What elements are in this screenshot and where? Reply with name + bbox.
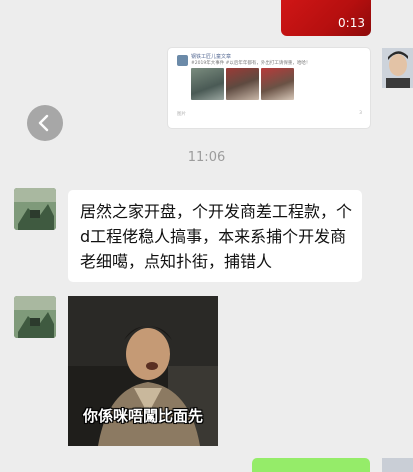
post-footer-label: 图片 bbox=[177, 112, 186, 117]
sender-avatar[interactable] bbox=[14, 188, 56, 230]
post-footer-count: 3 bbox=[359, 111, 362, 116]
shared-post-card[interactable]: 钢铁工匠儿童文章 #2019年大事件 #以后年年都有，外出打工请保重，哈哈！ 图… bbox=[168, 48, 370, 128]
sticker-caption: 你係咪唔闖比面先 bbox=[82, 407, 203, 425]
back-button[interactable] bbox=[27, 105, 63, 141]
post-author-avatar bbox=[177, 55, 188, 66]
my-avatar[interactable] bbox=[382, 48, 413, 88]
video-duration: 0:13 bbox=[338, 16, 365, 30]
post-image-3[interactable] bbox=[261, 68, 294, 100]
incoming-text-message[interactable]: 居然之家开盘，个开发商差工程款，个d工程佬稳人搞事，本来系捕个开发商老细噶，点知… bbox=[68, 190, 362, 282]
my-avatar[interactable] bbox=[382, 458, 413, 472]
post-image-1[interactable] bbox=[191, 68, 224, 100]
video-message-bubble[interactable]: 0:13 bbox=[281, 0, 371, 36]
message-timestamp: 11:06 bbox=[187, 150, 226, 165]
sticker-message[interactable]: 你係咪唔闖比面先 bbox=[68, 296, 218, 446]
chevron-left-icon bbox=[38, 114, 49, 132]
sender-avatar[interactable] bbox=[14, 296, 56, 338]
message-text: 居然之家开盘，个开发商差工程款，个d工程佬稳人搞事，本来系捕个开发商老细噶，点知… bbox=[80, 202, 353, 271]
outgoing-message-bubble[interactable] bbox=[252, 458, 370, 472]
post-author-name: 钢铁工匠儿童文章 bbox=[191, 54, 232, 60]
post-image-2[interactable] bbox=[226, 68, 259, 100]
post-snippet: #2019年大事件 #以后年年都有，外出打工请保重，哈哈！ bbox=[191, 61, 311, 66]
